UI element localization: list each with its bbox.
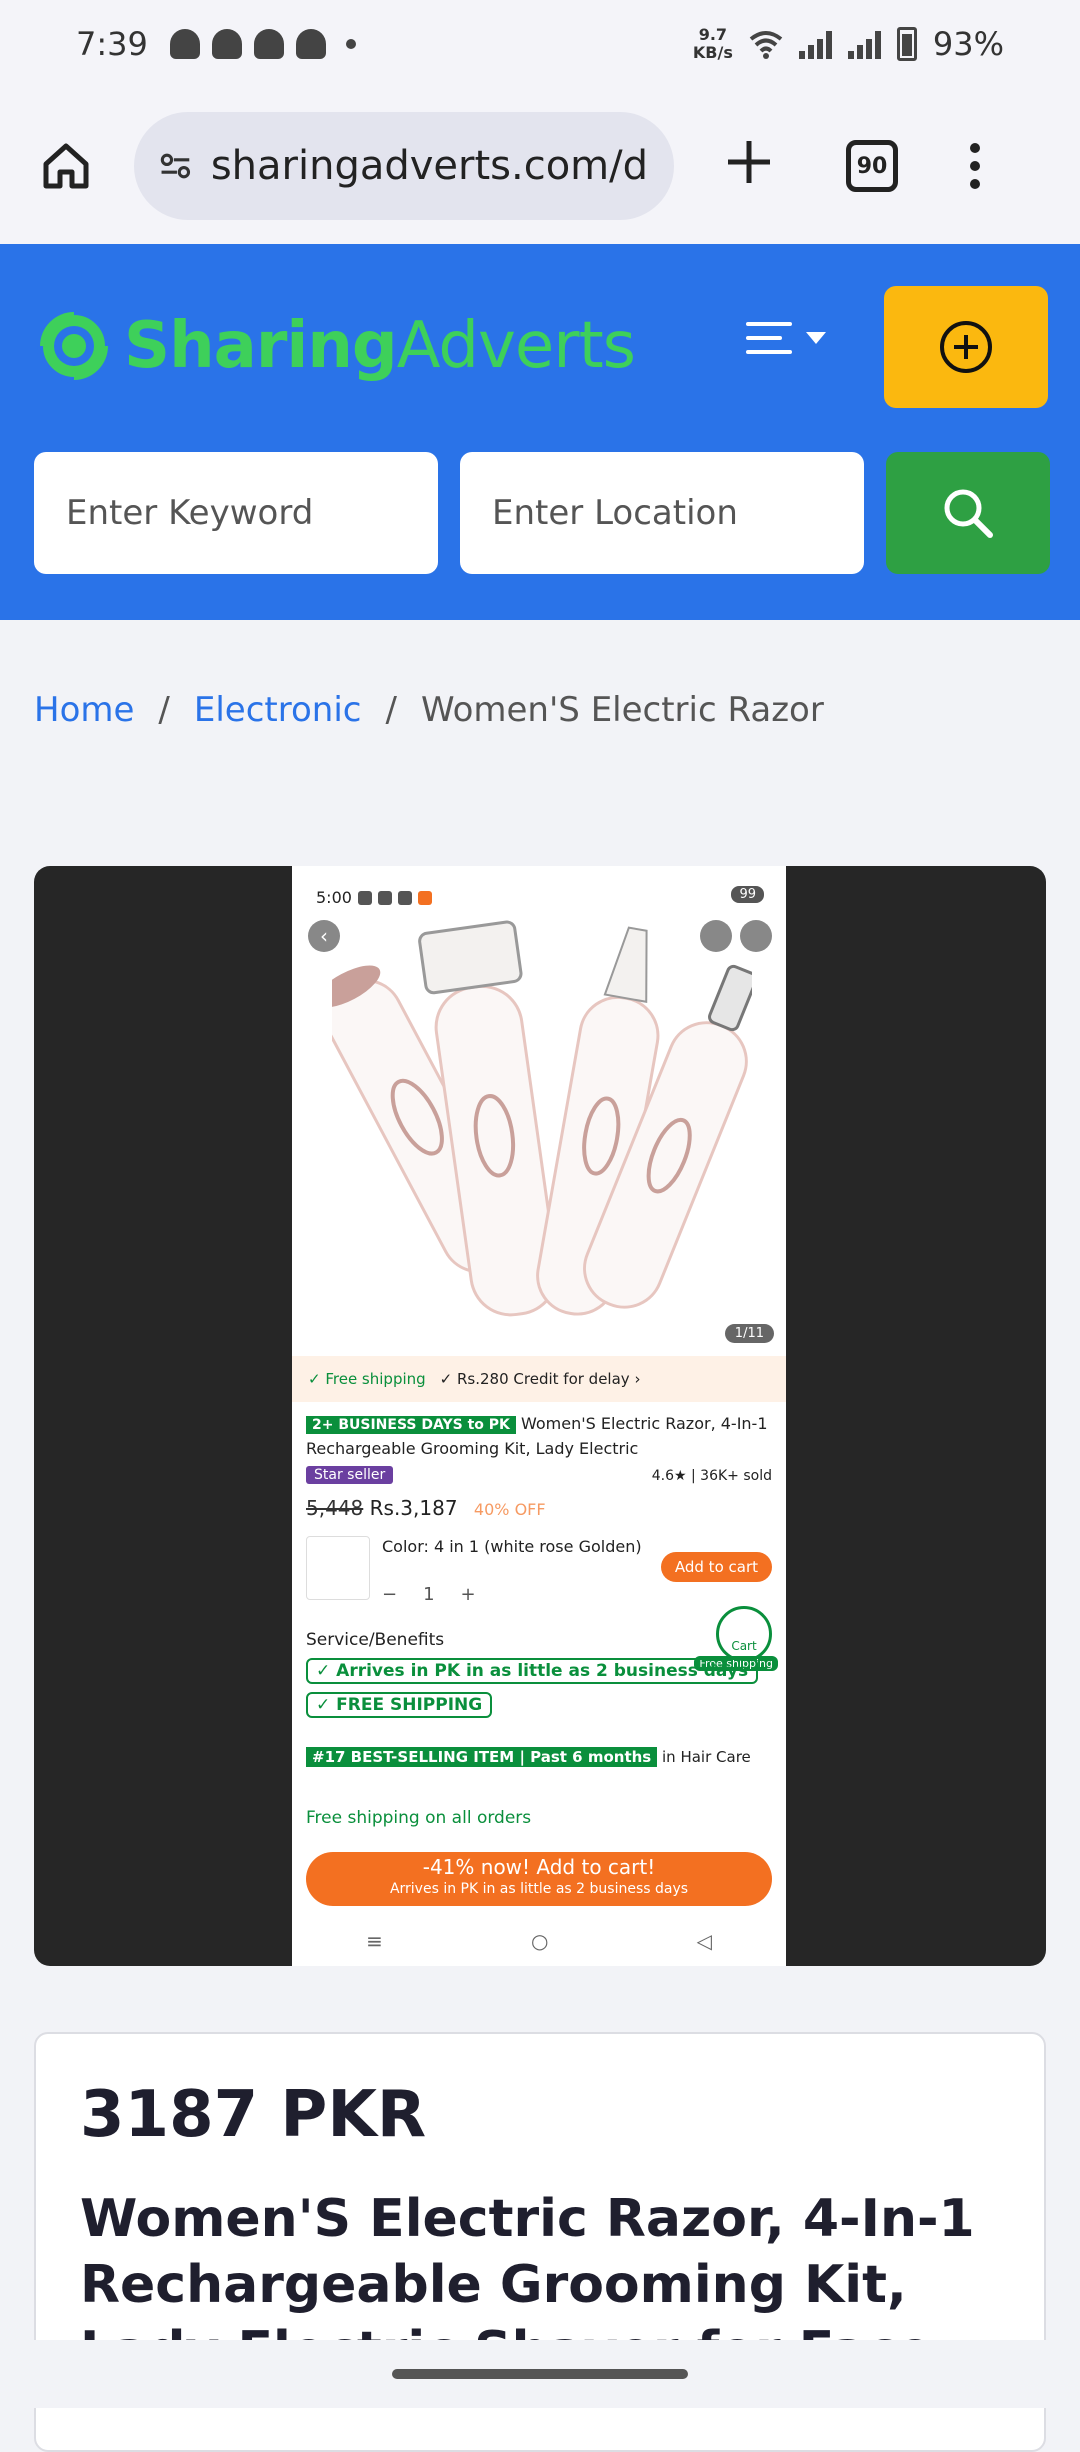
home-button[interactable]	[36, 136, 96, 196]
address-bar[interactable]: sharingadverts.com/d	[134, 112, 674, 220]
inner-time: 5:00	[316, 888, 352, 907]
free-shipping-chip: ✓ FREE SHIPPING	[306, 1692, 493, 1718]
more-notifications-icon	[345, 39, 356, 49]
inner-discount: 40% OFF	[473, 1500, 546, 1519]
inner-old-price: 5,448	[306, 1496, 364, 1520]
site-logo[interactable]: SharingAdverts	[36, 294, 636, 398]
breadcrumb: Home / Electronic / Women'S Electric Raz…	[34, 690, 824, 730]
inner-product-title: 2+ BUSINESS DAYS to PK Women'S Electric …	[306, 1412, 776, 1461]
qty-plus: +	[460, 1584, 476, 1605]
product-image-gallery[interactable]: 5:00 99 ‹ 1/11 ✓ Free shipping ✓ Rs.280 …	[34, 866, 1046, 1966]
snapchat-icon	[169, 29, 200, 59]
location-input[interactable]: Enter Location	[460, 452, 864, 574]
inner-cta: -41% now! Add to cart! Arrives in PK in …	[306, 1852, 772, 1906]
plus-icon	[728, 141, 770, 183]
star-seller-badge: Star seller	[306, 1466, 394, 1484]
inner-price: 5,448 Rs.3,187 40% OFF	[306, 1496, 546, 1520]
nav-menu-toggle[interactable]	[746, 322, 826, 354]
keyword-input[interactable]: Enter Keyword	[34, 452, 438, 574]
search-form: Enter Keyword Enter Location	[34, 452, 1050, 574]
breadcrumb-separator: /	[158, 690, 170, 730]
breadcrumb-category[interactable]: Electronic	[194, 690, 362, 730]
back-icon: ◁	[696, 1929, 712, 1953]
snapchat-icon	[211, 29, 242, 59]
network-speed-unit: KB/s	[692, 43, 733, 62]
search-icon	[944, 489, 993, 538]
inner-new-price: Rs.3,187	[369, 1496, 458, 1520]
gesture-navigation-bar	[0, 2340, 1080, 2408]
inner-rating: 4.6★ | 36K+ sold	[651, 1468, 772, 1484]
bestseller-category: in Hair Care	[662, 1748, 751, 1766]
inner-credit: ✓ Rs.280 Credit for delay ›	[439, 1370, 641, 1388]
variant-thumbnail	[306, 1536, 370, 1600]
breadcrumb-current: Women'S Electric Razor	[420, 690, 824, 730]
image-counter: 1/11	[724, 1324, 774, 1343]
inner-battery-badge: 99	[731, 886, 764, 903]
inner-nav-bar: ≡ ○ ◁	[292, 1916, 786, 1966]
url-text[interactable]: sharingadverts.com/d	[211, 143, 648, 189]
inner-free-shipping-orders: Free shipping on all orders	[306, 1808, 532, 1828]
arrives-chip: ✓ Arrives in PK in as little as 2 busine…	[306, 1658, 759, 1684]
logo-text-thin: Adverts	[396, 309, 636, 383]
signal-icon	[847, 29, 881, 59]
chevron-down-icon	[806, 332, 826, 344]
product-screenshot-image: 5:00 99 ‹ 1/11 ✓ Free shipping ✓ Rs.280 …	[292, 866, 786, 1966]
wifi-icon	[749, 31, 783, 59]
breadcrumb-home[interactable]: Home	[34, 690, 134, 730]
bestseller-line: #17 BEST-SELLING ITEM | Past 6 months in…	[306, 1747, 751, 1767]
network-speed-value: 9.7	[698, 25, 728, 44]
inner-status-bar: 5:00	[316, 888, 432, 907]
home-icon	[43, 143, 89, 189]
site-settings-icon[interactable]	[160, 149, 191, 183]
notification-icons	[169, 29, 356, 59]
inner-free-shipping: ✓ Free shipping	[308, 1370, 426, 1388]
plus-circle-icon	[940, 321, 992, 373]
tab-switcher-button[interactable]: 90	[846, 140, 898, 192]
gesture-handle[interactable]	[392, 2369, 688, 2379]
shipping-strip: ✓ Free shipping ✓ Rs.280 Credit for dela…	[292, 1356, 786, 1402]
business-days-badge: 2+ BUSINESS DAYS to PK	[306, 1416, 516, 1434]
menu-icon: ≡	[366, 1929, 383, 1953]
network-speed: 9.7 KB/s	[693, 26, 733, 62]
inner-cta-main: -41% now! Add to cart!	[422, 1855, 656, 1879]
listing-price: 3187 PKR	[80, 2078, 427, 2152]
breadcrumb-separator: /	[385, 690, 397, 730]
benefits-label: Service/Benefits	[306, 1630, 445, 1650]
browser-menu-button[interactable]	[970, 143, 980, 189]
signal-icon	[798, 29, 832, 59]
battery-percent: 93%	[932, 25, 1004, 63]
post-ad-button[interactable]	[884, 286, 1048, 408]
search-button[interactable]	[886, 452, 1050, 574]
hamburger-icon	[746, 322, 792, 354]
cart-icon: Cart	[716, 1606, 772, 1662]
bestseller-tag: #17 BEST-SELLING ITEM | Past 6 months	[306, 1747, 658, 1767]
snapchat-icon	[253, 29, 284, 59]
logo-text-bold: Sharing	[124, 309, 398, 383]
new-tab-button[interactable]	[714, 129, 784, 203]
logo-mark-icon	[37, 309, 111, 383]
home-icon: ○	[530, 1929, 549, 1953]
electric-razor-image	[332, 920, 752, 1317]
inner-add-to-cart: Add to cart	[660, 1552, 772, 1582]
site-header: SharingAdverts Enter Keyword Enter Locat…	[0, 244, 1080, 620]
status-time: 7:39	[76, 25, 148, 63]
qty-minus: −	[382, 1584, 398, 1605]
status-bar: 7:39 9.7 KB/s 93%	[0, 0, 1080, 88]
snapchat-icon	[295, 29, 326, 59]
inner-quantity: − 1 +	[382, 1584, 476, 1605]
inner-cta-sub: Arrives in PK in as little as 2 business…	[389, 1881, 689, 1897]
inner-color: Color: 4 in 1 (white rose Golden)	[382, 1537, 642, 1556]
browser-toolbar: sharingadverts.com/d 90	[0, 88, 1080, 244]
qty-value: 1	[423, 1584, 435, 1605]
inner-status-icons: 99	[731, 886, 764, 903]
battery-icon	[896, 27, 917, 61]
logo-text: SharingAdverts	[124, 309, 636, 383]
